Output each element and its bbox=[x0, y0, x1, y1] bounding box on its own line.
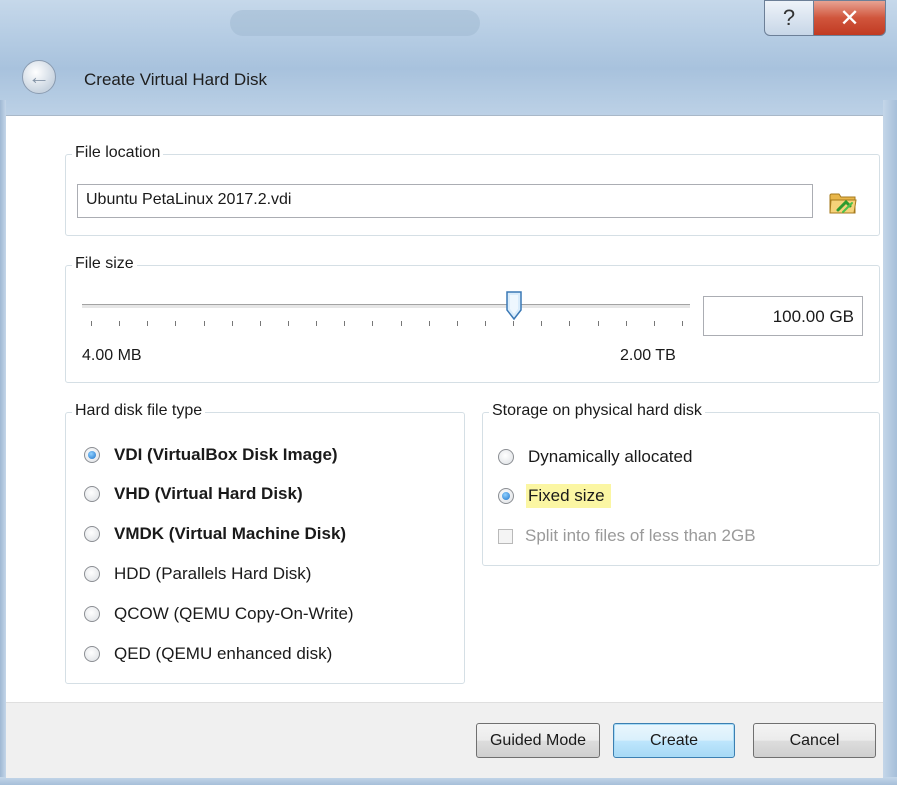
help-icon: ? bbox=[782, 5, 796, 30]
folder-icon[interactable] bbox=[828, 188, 858, 216]
file-size-slider-thumb[interactable] bbox=[504, 290, 524, 322]
radio-vhd[interactable]: VHD (Virtual Hard Disk) bbox=[84, 484, 303, 504]
slider-tick bbox=[147, 321, 149, 326]
file-size-max-label: 2.00 TB bbox=[620, 347, 676, 364]
slider-tick bbox=[344, 321, 346, 326]
title-bar bbox=[0, 0, 897, 115]
radio-indicator[interactable] bbox=[84, 566, 100, 582]
slider-tick bbox=[682, 321, 683, 326]
radio-vdi[interactable]: VDI (VirtualBox Disk Image) bbox=[84, 445, 338, 465]
slider-tick bbox=[485, 321, 486, 326]
dialog-title: Create Virtual Hard Disk bbox=[84, 70, 267, 89]
slider-tick bbox=[91, 321, 92, 326]
slider-tick bbox=[569, 321, 571, 326]
radio-indicator[interactable] bbox=[84, 486, 100, 502]
window-frame-bottom bbox=[0, 777, 897, 785]
guided-mode-button[interactable]: Guided Mode bbox=[476, 723, 600, 758]
split-files-label: Split into files of less than 2GB bbox=[525, 526, 756, 545]
slider-tick bbox=[597, 321, 599, 326]
title-bar-blur bbox=[230, 10, 480, 36]
storage-title: Storage on physical hard disk bbox=[489, 402, 705, 420]
close-button[interactable]: ✕ bbox=[813, 0, 886, 36]
cancel-button[interactable]: Cancel bbox=[753, 723, 876, 758]
slider-tick bbox=[372, 321, 374, 326]
file-size-input[interactable]: 100.00 GB bbox=[703, 296, 863, 336]
radio-indicator[interactable] bbox=[498, 488, 514, 504]
create-button[interactable]: Create bbox=[613, 723, 735, 758]
radio-dynamically-allocated[interactable]: Dynamically allocated bbox=[498, 447, 692, 467]
help-button[interactable]: ? bbox=[764, 0, 814, 36]
slider-tick bbox=[231, 321, 233, 326]
radio-vmdk[interactable]: VMDK (Virtual Machine Disk) bbox=[84, 524, 346, 544]
radio-qed[interactable]: QED (QEMU enhanced disk) bbox=[84, 644, 332, 664]
radio-indicator[interactable] bbox=[498, 449, 514, 465]
radio-label: VMDK (Virtual Machine Disk) bbox=[114, 524, 347, 543]
radio-label: Dynamically allocated bbox=[528, 447, 693, 466]
slider-tick bbox=[400, 321, 402, 326]
radio-label: HDD (Parallels Hard Disk) bbox=[114, 564, 312, 583]
radio-indicator[interactable] bbox=[84, 646, 100, 662]
button-bar bbox=[6, 702, 883, 778]
create-virtual-hard-disk-dialog: ? ✕ ← Create Virtual Hard Disk File loca… bbox=[0, 0, 897, 785]
slider-tick bbox=[259, 321, 261, 326]
radio-label: QED (QEMU enhanced disk) bbox=[114, 644, 333, 663]
radio-indicator[interactable] bbox=[84, 526, 100, 542]
file-size-min-label: 4.00 MB bbox=[82, 347, 142, 364]
slider-tick bbox=[203, 321, 205, 326]
file-size-slider-track[interactable] bbox=[82, 304, 690, 309]
back-arrow-icon: ← bbox=[28, 64, 50, 89]
slider-tick bbox=[541, 321, 543, 326]
slider-handle-icon bbox=[505, 291, 522, 321]
folder-browse-icon bbox=[829, 193, 857, 214]
radio-hdd[interactable]: HDD (Parallels Hard Disk) bbox=[84, 564, 311, 584]
slider-tick bbox=[316, 321, 318, 326]
file-location-input[interactable]: Ubuntu PetaLinux 2017.2.vdi bbox=[77, 184, 813, 218]
radio-fixed-size[interactable]: Fixed size bbox=[498, 484, 611, 508]
radio-label: Fixed size bbox=[526, 484, 611, 508]
split-files-checkbox[interactable] bbox=[498, 528, 513, 544]
window-frame-right bbox=[883, 100, 897, 785]
slider-tick bbox=[119, 321, 121, 326]
slider-tick bbox=[625, 321, 627, 326]
slider-tick bbox=[653, 321, 655, 326]
close-icon: ✕ bbox=[839, 4, 860, 32]
slider-tick bbox=[456, 321, 458, 326]
radio-qcow[interactable]: QCOW (QEMU Copy-On-Write) bbox=[84, 604, 354, 624]
slider-tick bbox=[175, 321, 177, 326]
disk-type-title: Hard disk file type bbox=[72, 402, 206, 420]
radio-label: VHD (Virtual Hard Disk) bbox=[114, 484, 303, 503]
slider-tick bbox=[428, 321, 430, 326]
file-size-title: File size bbox=[72, 255, 137, 273]
radio-indicator[interactable] bbox=[84, 447, 100, 463]
radio-label: VDI (VirtualBox Disk Image) bbox=[114, 445, 338, 464]
back-button[interactable]: ← bbox=[22, 60, 56, 94]
file-location-title: File location bbox=[72, 144, 164, 162]
slider-tick bbox=[288, 321, 289, 326]
radio-label: QCOW (QEMU Copy-On-Write) bbox=[114, 604, 354, 623]
radio-indicator[interactable] bbox=[84, 606, 100, 622]
split-files-checkbox-row[interactable]: Split into files of less than 2GB bbox=[498, 526, 756, 546]
